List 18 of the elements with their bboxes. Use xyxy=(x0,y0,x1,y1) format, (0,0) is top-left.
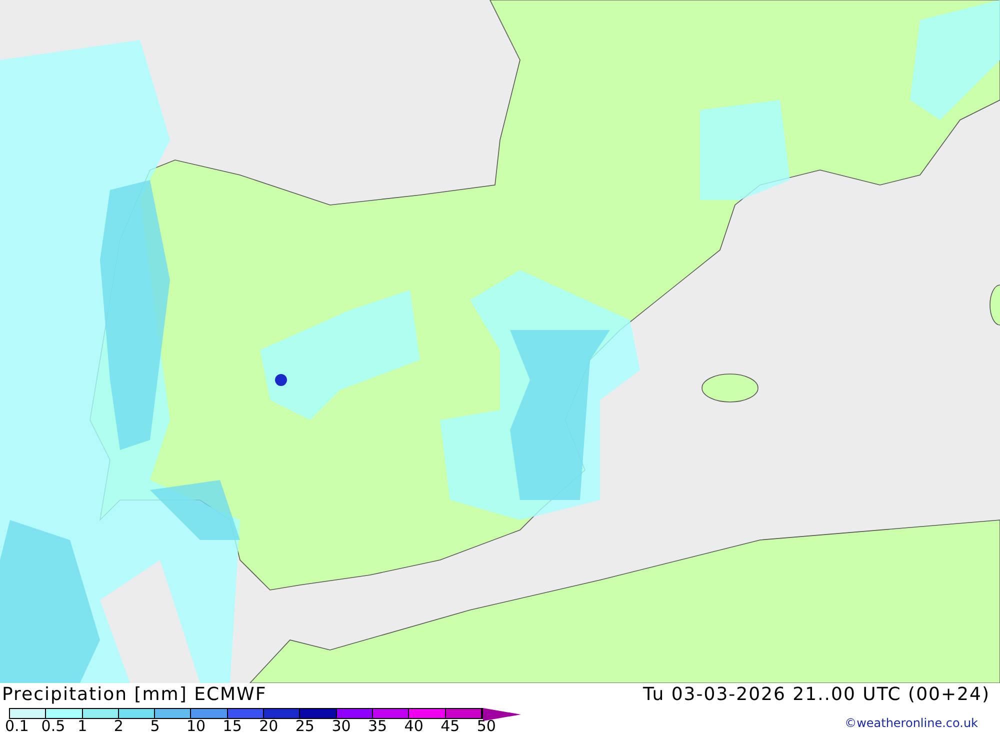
legend-arrow-icon xyxy=(482,708,521,721)
legend-label: 40 xyxy=(404,719,424,733)
legend-label: 10 xyxy=(186,719,206,733)
map-title: Precipitation [mm] ECMWF xyxy=(2,683,267,707)
credit-link[interactable]: ©weatheronline.co.uk xyxy=(844,715,978,731)
legend-label: 30 xyxy=(332,719,351,733)
legend-label: 50 xyxy=(476,719,496,733)
legend-label: 0.1 xyxy=(5,719,29,733)
legend-label: 45 xyxy=(440,719,460,733)
legend-label: 35 xyxy=(368,719,388,733)
legend-label: 0.5 xyxy=(41,719,66,733)
legend-label: 15 xyxy=(222,719,242,733)
legend-label: 25 xyxy=(295,719,314,733)
legend-label: 5 xyxy=(150,719,160,733)
legend-label: 1 xyxy=(78,719,88,733)
legend-label: 20 xyxy=(259,719,278,733)
legend-label: 2 xyxy=(114,719,124,733)
valid-time: Tu 03-03-2026 21..00 UTC (00+24) xyxy=(642,683,990,707)
